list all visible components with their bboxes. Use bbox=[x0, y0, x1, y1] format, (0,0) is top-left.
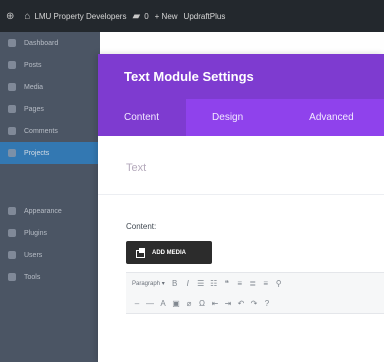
link-icon[interactable]: ⚲ bbox=[274, 279, 284, 288]
comment-bubble-icon: ▰ bbox=[132, 10, 141, 22]
users-icon bbox=[8, 251, 16, 259]
sidebar-item-projects[interactable]: Projects bbox=[0, 142, 100, 164]
editor-toolbar: Paragraph ▾ B I ☰ ☷ ❝ ≡ ≣ ≡ ⚲ – — A ▣ ⌀ … bbox=[126, 272, 384, 314]
posts-icon bbox=[8, 61, 16, 69]
sidebar-item-users[interactable]: Users bbox=[0, 244, 100, 266]
text-module-settings-modal: Text Module Settings Content Design Adva… bbox=[98, 54, 384, 362]
sidebar-item-label: Posts bbox=[24, 61, 42, 69]
site-name-link[interactable]: ⌂ LMU Property Developers bbox=[24, 11, 126, 22]
align-center-icon[interactable]: ≣ bbox=[248, 279, 258, 288]
projects-icon bbox=[8, 149, 16, 157]
admin-sidebar: Dashboard Posts Media Pages Comments Pro… bbox=[0, 32, 100, 362]
numbered-list-icon[interactable]: ☷ bbox=[209, 279, 219, 288]
outdent-icon[interactable]: ⇤ bbox=[210, 299, 220, 308]
sidebar-item-blank[interactable] bbox=[0, 178, 100, 200]
align-left-icon[interactable]: ≡ bbox=[235, 279, 245, 288]
sidebar-item-comments[interactable]: Comments bbox=[0, 120, 100, 142]
sidebar-item-label: Comments bbox=[24, 127, 58, 135]
add-media-button[interactable]: ADD MEDIA bbox=[126, 241, 212, 264]
strikethrough-icon[interactable]: – bbox=[132, 299, 142, 308]
sidebar-item-plugins[interactable]: Plugins bbox=[0, 222, 100, 244]
sidebar-item-posts[interactable]: Posts bbox=[0, 54, 100, 76]
italic-icon[interactable]: I bbox=[183, 279, 193, 288]
text-color-icon[interactable]: A bbox=[158, 299, 168, 308]
modal-title: Text Module Settings bbox=[98, 54, 384, 99]
updraftplus-link[interactable]: UpdraftPlus bbox=[184, 12, 226, 21]
dashboard-icon bbox=[8, 39, 16, 47]
bullet-list-icon[interactable]: ☰ bbox=[196, 279, 206, 288]
admin-bar: ⊕ ⌂ LMU Property Developers ▰ 0 + New Up… bbox=[0, 0, 384, 32]
horizontal-rule-icon[interactable]: — bbox=[145, 299, 155, 308]
site-name: LMU Property Developers bbox=[34, 11, 127, 21]
paragraph-format-select[interactable]: Paragraph ▾ bbox=[132, 280, 165, 287]
editor-top-strip bbox=[100, 32, 384, 54]
special-character-icon[interactable]: Ω bbox=[197, 299, 207, 308]
media-icon bbox=[136, 248, 146, 258]
pages-icon bbox=[8, 105, 16, 113]
sidebar-item-pages[interactable]: Pages bbox=[0, 98, 100, 120]
section-divider bbox=[98, 194, 384, 195]
text-section-toggle[interactable]: Text bbox=[126, 162, 146, 174]
appearance-icon bbox=[8, 207, 16, 215]
new-content-link[interactable]: + New bbox=[155, 12, 178, 21]
tab-design[interactable]: Design bbox=[212, 112, 243, 123]
wordpress-logo-icon[interactable]: ⊕ bbox=[6, 11, 18, 22]
add-media-label: ADD MEDIA bbox=[152, 249, 186, 256]
comments-icon bbox=[8, 127, 16, 135]
sidebar-item-media[interactable]: Media bbox=[0, 76, 100, 98]
home-icon: ⌂ bbox=[24, 10, 31, 22]
indent-icon[interactable]: ⇥ bbox=[223, 299, 233, 308]
comments-link[interactable]: ▰ 0 bbox=[132, 11, 148, 22]
paragraph-select-value: Paragraph bbox=[132, 280, 161, 287]
clear-formatting-icon[interactable]: ⌀ bbox=[184, 299, 194, 308]
sidebar-item-label: Plugins bbox=[24, 229, 47, 237]
undo-icon[interactable]: ↶ bbox=[236, 299, 246, 308]
paste-text-icon[interactable]: ▣ bbox=[171, 299, 181, 308]
tab-advanced[interactable]: Advanced bbox=[309, 112, 353, 123]
sidebar-item-label: Tools bbox=[24, 273, 41, 281]
tools-icon bbox=[8, 273, 16, 281]
media-icon bbox=[8, 83, 16, 91]
help-icon[interactable]: ? bbox=[262, 299, 272, 308]
content-label: Content: bbox=[126, 222, 157, 231]
tab-content[interactable]: Content bbox=[98, 99, 187, 136]
sidebar-separator bbox=[0, 164, 100, 178]
sidebar-item-dashboard[interactable]: Dashboard bbox=[0, 32, 100, 54]
sidebar-item-tools[interactable]: Tools bbox=[0, 266, 100, 288]
sidebar-item-label: Appearance bbox=[24, 207, 62, 215]
comments-count: 0 bbox=[144, 11, 149, 21]
sidebar-item-label: Pages bbox=[24, 105, 44, 113]
toolbar-row-1: Paragraph ▾ B I ☰ ☷ ❝ ≡ ≣ ≡ ⚲ bbox=[126, 273, 384, 293]
wordpress-logo-icon-glyph: ⊕ bbox=[6, 10, 15, 22]
modal-tabs: Content Design Advanced bbox=[98, 99, 384, 136]
sidebar-item-appearance[interactable]: Appearance bbox=[0, 200, 100, 222]
bold-icon[interactable]: B bbox=[170, 279, 180, 288]
redo-icon[interactable]: ↷ bbox=[249, 299, 259, 308]
blockquote-icon[interactable]: ❝ bbox=[222, 279, 232, 288]
align-right-icon[interactable]: ≡ bbox=[261, 279, 271, 288]
sidebar-item-label: Dashboard bbox=[24, 39, 59, 47]
sidebar-item-label: Projects bbox=[24, 149, 50, 157]
toolbar-row-2: – — A ▣ ⌀ Ω ⇤ ⇥ ↶ ↷ ? bbox=[126, 293, 384, 313]
sidebar-item-label: Media bbox=[24, 83, 44, 91]
sidebar-item-label: Users bbox=[24, 251, 43, 259]
plugins-icon bbox=[8, 229, 16, 237]
